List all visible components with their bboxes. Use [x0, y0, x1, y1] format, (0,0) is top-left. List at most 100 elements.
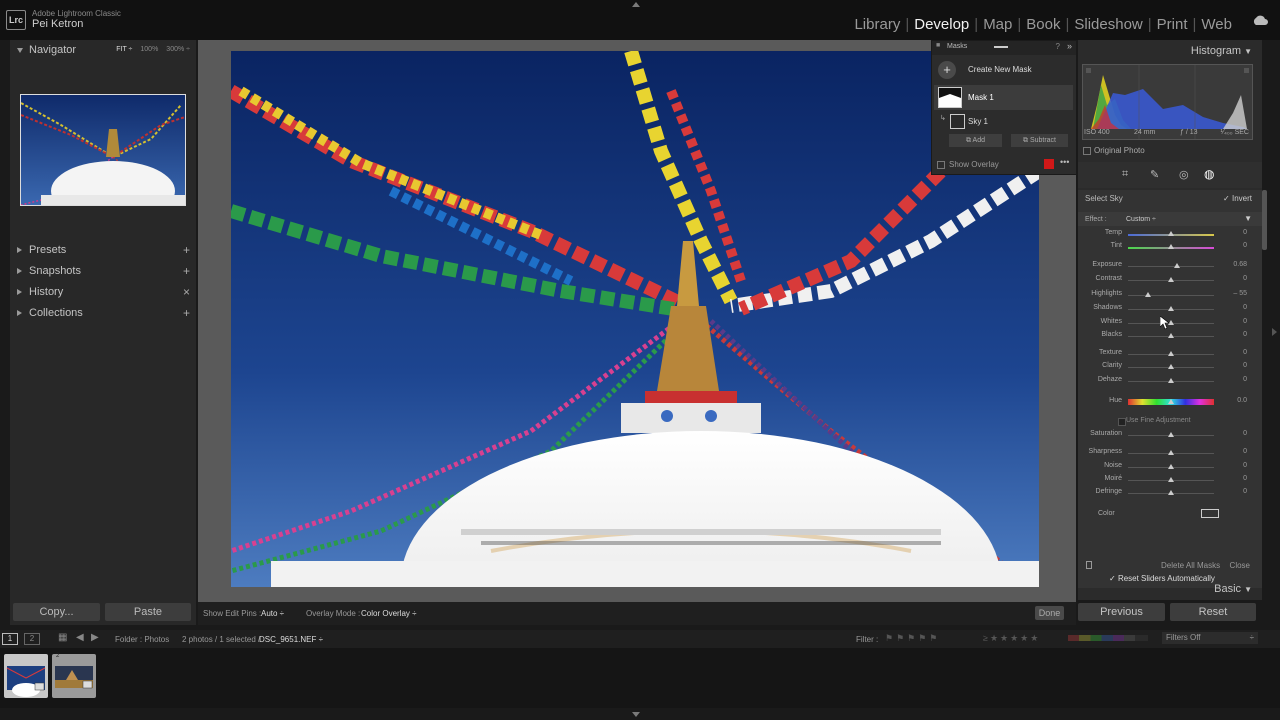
slider-handle[interactable]	[1168, 432, 1174, 437]
slider-value[interactable]: 0	[1243, 304, 1247, 311]
rating-filter-stars[interactable]: ≥★★★★★	[983, 633, 1040, 644]
show-overlay-toggle[interactable]: Show Overlay	[937, 160, 999, 169]
slider-handle[interactable]	[1174, 263, 1181, 268]
close-masks-button[interactable]: Close	[1230, 561, 1250, 570]
filmstrip-toggle-icon[interactable]	[632, 712, 640, 717]
add-preset-icon[interactable]: +	[183, 243, 190, 257]
sky-1-row[interactable]: ↳ Sky 1	[934, 112, 1073, 130]
slider-handle[interactable]	[1144, 292, 1151, 297]
slider-handle[interactable]	[1168, 477, 1174, 482]
top-panel-toggle-icon[interactable]	[632, 2, 640, 7]
effect-preset-select[interactable]: Custom ÷	[1126, 216, 1156, 223]
original-photo-checkbox[interactable]	[1083, 146, 1091, 155]
slider-value[interactable]: 0	[1243, 430, 1247, 437]
slider-temp[interactable]: Temp 0	[1078, 229, 1262, 241]
slider-sharpness[interactable]: Sharpness 0	[1078, 448, 1262, 460]
slider-value[interactable]: 0	[1243, 318, 1247, 325]
slider-track[interactable]	[1128, 295, 1214, 296]
masks-panel-header[interactable]: ■ Masks ? »	[932, 41, 1076, 55]
slider-handle[interactable]	[1168, 333, 1174, 338]
paste-button[interactable]: Paste	[105, 603, 191, 621]
navigator-preview[interactable]	[20, 94, 186, 206]
add-mask-button[interactable]: ⧉ Add	[949, 134, 1002, 147]
slider-value[interactable]: 0	[1243, 242, 1247, 249]
clear-history-icon[interactable]: ×	[183, 285, 190, 299]
help-icon[interactable]: ?	[1056, 42, 1060, 51]
module-library[interactable]: Library	[852, 16, 902, 33]
grid-icon[interactable]: ▦	[58, 632, 67, 643]
slider-handle[interactable]	[1168, 490, 1174, 495]
main-photo[interactable]	[231, 51, 1039, 587]
slider-handle[interactable]	[1168, 450, 1174, 455]
slider-value[interactable]: 0.0	[1237, 397, 1247, 404]
filmstrip-thumb-1[interactable]	[4, 654, 48, 698]
done-button[interactable]: Done	[1035, 606, 1064, 620]
slider-track[interactable]	[1128, 266, 1214, 267]
slider-texture[interactable]: Texture 0	[1078, 349, 1262, 361]
delete-all-masks-button[interactable]: Delete All Masks	[1161, 561, 1220, 570]
slider-saturation[interactable]: Saturation 0	[1078, 430, 1262, 442]
cloud-icon[interactable]	[1252, 15, 1268, 25]
add-collection-icon[interactable]: +	[183, 306, 190, 320]
crop-icon[interactable]: ⌗	[1122, 168, 1128, 181]
module-book[interactable]: Book	[1024, 16, 1062, 33]
slider-handle[interactable]	[1168, 277, 1174, 282]
subtract-mask-button[interactable]: ⧉ Subtract	[1011, 134, 1068, 147]
panel-collapse-icon[interactable]: ■	[936, 42, 940, 49]
slider-handle[interactable]	[1168, 364, 1174, 369]
slider-value[interactable]: 0	[1243, 349, 1247, 356]
create-new-mask-button[interactable]: + Create New Mask	[938, 61, 1068, 79]
presets-header[interactable]: Presets +	[10, 240, 196, 261]
slider-dehaze[interactable]: Dehaze 0	[1078, 376, 1262, 388]
slider-value[interactable]: 0	[1243, 275, 1247, 282]
slider-noise[interactable]: Noise 0	[1078, 462, 1262, 474]
show-edit-pins-select[interactable]: Auto ÷	[261, 609, 284, 618]
basic-panel-header[interactable]: Basic ▼	[1214, 583, 1252, 595]
original-photo-toggle[interactable]: Original Photo	[1083, 146, 1145, 155]
slider-handle[interactable]	[1168, 464, 1174, 469]
slider-hue[interactable]: Hue 0.0	[1078, 397, 1262, 409]
flag-filter-icons[interactable]: ⚑⚑⚑⚑⚑	[885, 633, 940, 644]
selected-filename[interactable]: DSC_9651.NEF ÷	[259, 635, 323, 644]
previous-button[interactable]: Previous	[1078, 603, 1165, 621]
mask-1-row[interactable]: Mask 1	[934, 85, 1073, 110]
fine-adjust-checkbox[interactable]	[1118, 418, 1126, 426]
slider-whites[interactable]: Whites 0	[1078, 318, 1262, 330]
slider-value[interactable]: 0	[1243, 462, 1247, 469]
navigator-header[interactable]: Navigator FIT ÷ 100% 300% ÷	[10, 40, 196, 61]
collapse-panel-icon[interactable]: »	[1067, 41, 1072, 51]
slider-handle[interactable]	[1168, 378, 1174, 383]
slider-value[interactable]: 0	[1243, 448, 1247, 455]
healing-icon[interactable]: ✎	[1150, 168, 1159, 181]
slider-clarity[interactable]: Clarity 0	[1078, 362, 1262, 374]
filmstrip-thumb-2[interactable]: 2	[52, 653, 96, 698]
slider-handle[interactable]	[1168, 351, 1174, 356]
add-snapshot-icon[interactable]: +	[183, 264, 190, 278]
module-map[interactable]: Map	[981, 16, 1014, 33]
red-eye-icon[interactable]: ◎	[1179, 168, 1189, 181]
filter-preset-select[interactable]: Filters Off ÷	[1162, 632, 1258, 644]
slider-shadows[interactable]: Shadows 0	[1078, 304, 1262, 316]
slider-handle[interactable]	[1168, 231, 1174, 236]
histogram-header[interactable]: Histogram ▼	[1191, 45, 1252, 57]
slider-value[interactable]: 0	[1243, 331, 1247, 338]
zoom-fit[interactable]: FIT ÷	[116, 46, 132, 53]
color-swatch[interactable]	[1201, 509, 1219, 518]
forward-icon[interactable]: ▶	[91, 632, 99, 643]
more-options-icon[interactable]: •••	[1060, 157, 1069, 167]
zoom-300[interactable]: 300% ÷	[166, 46, 190, 53]
slider-exposure[interactable]: Exposure 0.68	[1078, 261, 1262, 273]
slider-value[interactable]: 0	[1243, 376, 1247, 383]
reset-button[interactable]: Reset	[1170, 603, 1256, 621]
right-panel-scrollbar[interactable]	[1262, 190, 1267, 250]
invert-toggle[interactable]: ✓ Invert	[1223, 194, 1252, 203]
collapse-effect-icon[interactable]: ▼	[1244, 214, 1252, 223]
slider-handle[interactable]	[1168, 306, 1174, 311]
right-panel-toggle-icon[interactable]	[1272, 328, 1277, 336]
show-overlay-checkbox[interactable]	[937, 160, 945, 169]
slider-value[interactable]: 0	[1243, 362, 1247, 369]
zoom-100[interactable]: 100%	[140, 46, 158, 53]
snapshots-header[interactable]: Snapshots +	[10, 261, 196, 282]
slider-value[interactable]: 0	[1243, 475, 1247, 482]
masking-icon[interactable]: ◍	[1204, 167, 1214, 181]
